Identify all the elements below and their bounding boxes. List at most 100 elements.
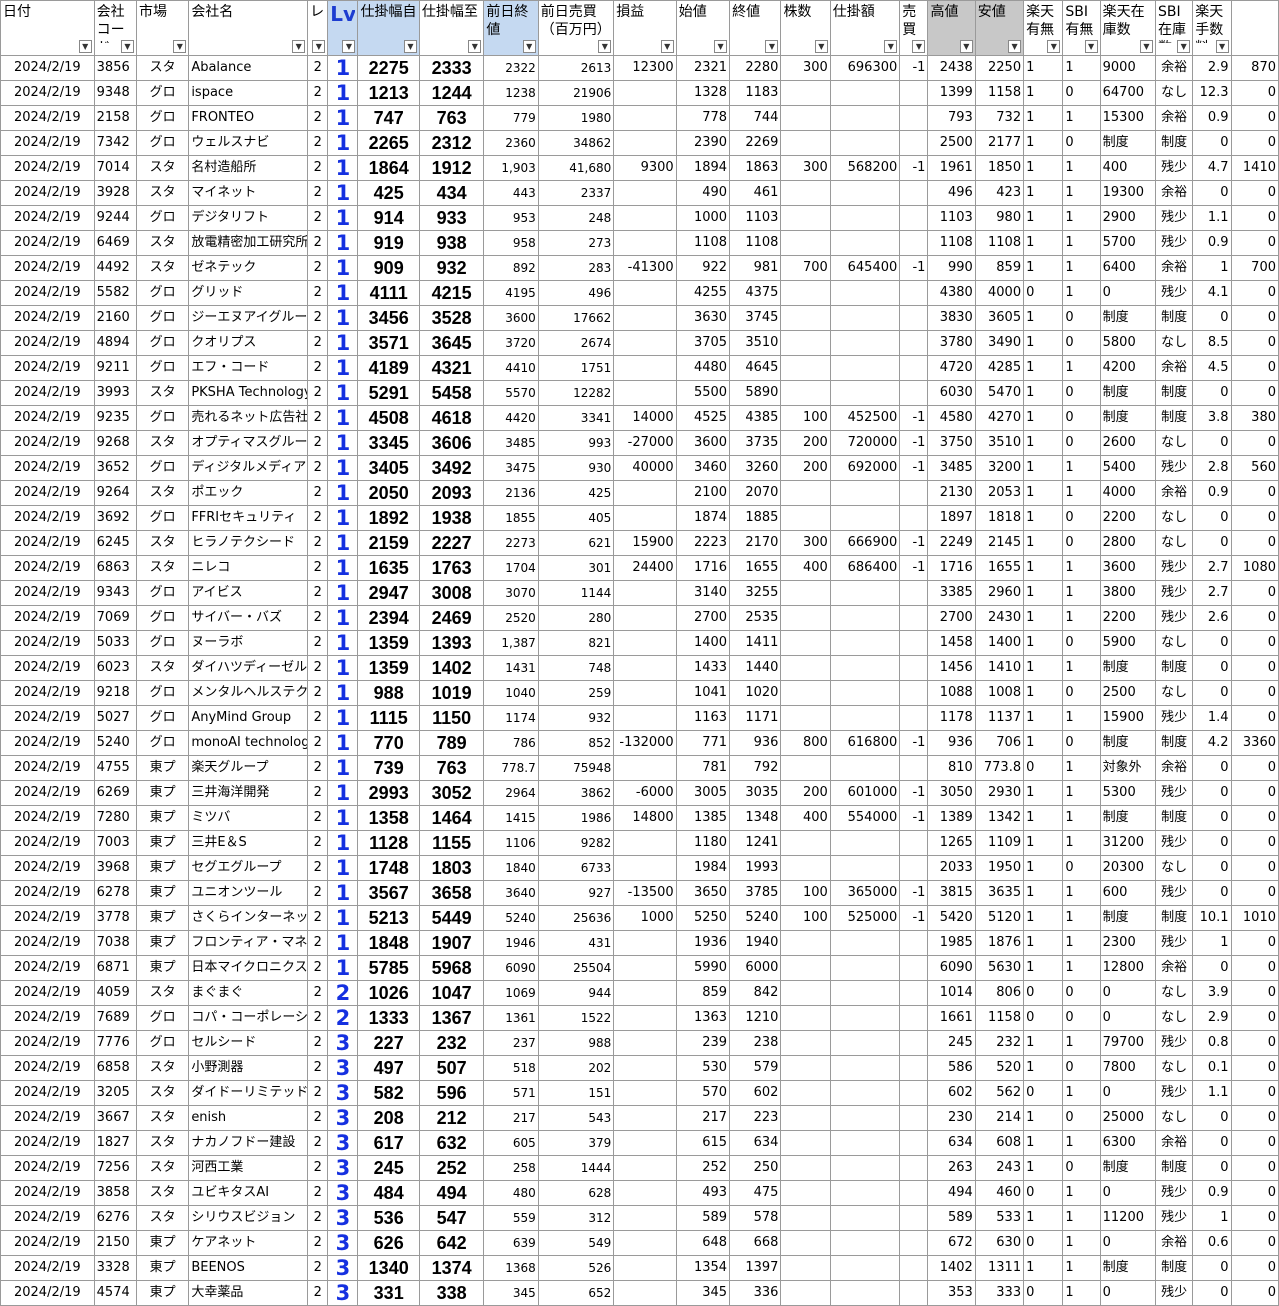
cell-position-amount[interactable]: 616800: [829, 730, 901, 756]
cell-close[interactable]: 1183: [729, 80, 782, 106]
cell-pnl[interactable]: [613, 180, 677, 206]
cell-high[interactable]: 1961: [927, 155, 976, 181]
cell-low[interactable]: 773.8: [974, 755, 1025, 781]
cell-position-amount[interactable]: [829, 605, 901, 631]
cell-prev-volume[interactable]: 821: [537, 630, 615, 656]
cell-level[interactable]: 3: [327, 1205, 359, 1231]
cell-sbi-stock[interactable]: 残少: [1154, 705, 1194, 731]
cell-sbi-stock[interactable]: 制度: [1154, 305, 1194, 331]
cell-position-amount[interactable]: [829, 105, 901, 131]
cell-prev-close[interactable]: 2520: [483, 605, 539, 631]
cell-level[interactable]: 3: [327, 1230, 359, 1256]
cell-re[interactable]: 2: [307, 955, 329, 981]
cell-prev-close[interactable]: 1174: [483, 705, 539, 731]
cell-sbi-flag[interactable]: 0: [1062, 1005, 1101, 1031]
cell-sbi-stock[interactable]: 余裕: [1154, 180, 1194, 206]
cell-code[interactable]: 6863: [93, 555, 137, 581]
cell-rakuten-fee[interactable]: 0: [1192, 755, 1232, 781]
cell-range-to[interactable]: 1803: [418, 855, 485, 881]
cell-pnl[interactable]: [613, 580, 677, 606]
cell-prev-close[interactable]: 1946: [483, 930, 539, 956]
cell-level[interactable]: 1: [327, 630, 359, 656]
cell-rakuten-fee[interactable]: 2.7: [1192, 555, 1232, 581]
column-header-20[interactable]: 楽天在庫数 ▼: [1099, 0, 1157, 56]
cell-side[interactable]: [899, 1030, 929, 1056]
cell-sbi-stock[interactable]: 残少: [1154, 1030, 1194, 1056]
cell-low[interactable]: 2930: [974, 780, 1025, 806]
cell-sbi-flag[interactable]: 0: [1062, 855, 1101, 881]
cell-prev-volume[interactable]: 41,680: [537, 155, 615, 181]
cell-level[interactable]: 1: [327, 455, 359, 481]
cell-re[interactable]: 2: [307, 730, 329, 756]
cell-sbi-stock[interactable]: 余裕: [1154, 255, 1194, 281]
cell-shares[interactable]: [780, 80, 831, 106]
cell-sbi-stock[interactable]: 残少: [1154, 780, 1194, 806]
cell-open[interactable]: 1000: [675, 205, 731, 231]
cell-level[interactable]: 1: [327, 580, 359, 606]
cell-prev-close[interactable]: 443: [483, 180, 539, 206]
cell-date[interactable]: 2024/2/19: [0, 505, 95, 531]
cell-low[interactable]: 1342: [974, 805, 1025, 831]
cell-re[interactable]: 2: [307, 305, 329, 331]
cell-open[interactable]: 4255: [675, 280, 731, 306]
cell-rakuten-stock[interactable]: 2800: [1099, 530, 1157, 556]
cell-prev-close[interactable]: 559: [483, 1205, 539, 1231]
cell-range-to[interactable]: 1402: [418, 655, 485, 681]
cell-code[interactable]: 7014: [93, 155, 137, 181]
cell-high[interactable]: 3485: [927, 455, 976, 481]
cell-low[interactable]: 2053: [974, 480, 1025, 506]
cell-code[interactable]: 6276: [93, 1205, 137, 1231]
cell-date[interactable]: 2024/2/19: [0, 755, 95, 781]
cell-prev-volume[interactable]: 1986: [537, 805, 615, 831]
cell-prev-volume[interactable]: 526: [537, 1255, 615, 1281]
cell-company[interactable]: ユニオンツール: [188, 880, 309, 906]
cell-prev-volume[interactable]: 431: [537, 930, 615, 956]
cell-high[interactable]: 2249: [927, 530, 976, 556]
table-row[interactable]: 2024/2/19 9211 グロ エフ・コード 2 1 4189 4321 4410 1751 4…: [0, 355, 1279, 381]
cell-position-amount[interactable]: [829, 980, 901, 1006]
cell-low[interactable]: 1158: [974, 1005, 1025, 1031]
cell-side[interactable]: -1: [899, 255, 929, 281]
cell-open[interactable]: 3705: [675, 330, 731, 356]
cell-market[interactable]: スタ: [135, 1055, 190, 1081]
cell-shares[interactable]: [780, 930, 831, 956]
cell-close[interactable]: 578: [729, 1205, 782, 1231]
cell-sbi-stock[interactable]: 余裕: [1154, 55, 1194, 81]
cell-rakuten-flag[interactable]: 1: [1023, 1255, 1064, 1281]
cell-low[interactable]: 1850: [974, 155, 1025, 181]
cell-company[interactable]: ミツバ: [188, 805, 309, 831]
cell-range-to[interactable]: 3052: [418, 780, 485, 806]
cell-prev-close[interactable]: 1704: [483, 555, 539, 581]
cell-rakuten-fee[interactable]: 0: [1192, 305, 1232, 331]
cell-open[interactable]: 3005: [675, 780, 731, 806]
cell-code[interactable]: 6245: [93, 530, 137, 556]
cell-low[interactable]: 4270: [974, 405, 1025, 431]
cell-close[interactable]: 475: [729, 1180, 782, 1206]
cell-position-amount[interactable]: 601000: [829, 780, 901, 806]
cell-prev-volume[interactable]: 273: [537, 230, 615, 256]
cell-rakuten-fee[interactable]: 3.9: [1192, 980, 1232, 1006]
cell-range-from[interactable]: 4508: [357, 405, 420, 431]
cell-code[interactable]: 9343: [93, 580, 137, 606]
cell-pnl[interactable]: [613, 630, 677, 656]
cell-position-amount[interactable]: [829, 680, 901, 706]
cell-close[interactable]: 842: [729, 980, 782, 1006]
cell-prev-volume[interactable]: 944: [537, 980, 615, 1006]
cell-date[interactable]: 2024/2/19: [0, 480, 95, 506]
cell-sbi-flag[interactable]: 0: [1062, 405, 1101, 431]
cell-market[interactable]: スタ: [135, 1155, 190, 1181]
cell-side[interactable]: [899, 1280, 929, 1306]
cell-sbi-flag[interactable]: 1: [1062, 355, 1101, 381]
cell-rakuten-fee[interactable]: 0.9: [1192, 480, 1232, 506]
cell-close[interactable]: 1241: [729, 830, 782, 856]
cell-position-amount[interactable]: [829, 1230, 901, 1256]
cell-prev-volume[interactable]: 2674: [537, 330, 615, 356]
cell-rakuten-fee[interactable]: 0: [1192, 630, 1232, 656]
cell-code[interactable]: 5582: [93, 280, 137, 306]
cell-range-to[interactable]: 2312: [418, 130, 485, 156]
cell-range-to[interactable]: 507: [418, 1055, 485, 1081]
cell-shares[interactable]: [780, 955, 831, 981]
cell-high[interactable]: 1402: [927, 1255, 976, 1281]
cell-low[interactable]: 1950: [974, 855, 1025, 881]
cell-sbi-stock[interactable]: 残少: [1154, 205, 1194, 231]
